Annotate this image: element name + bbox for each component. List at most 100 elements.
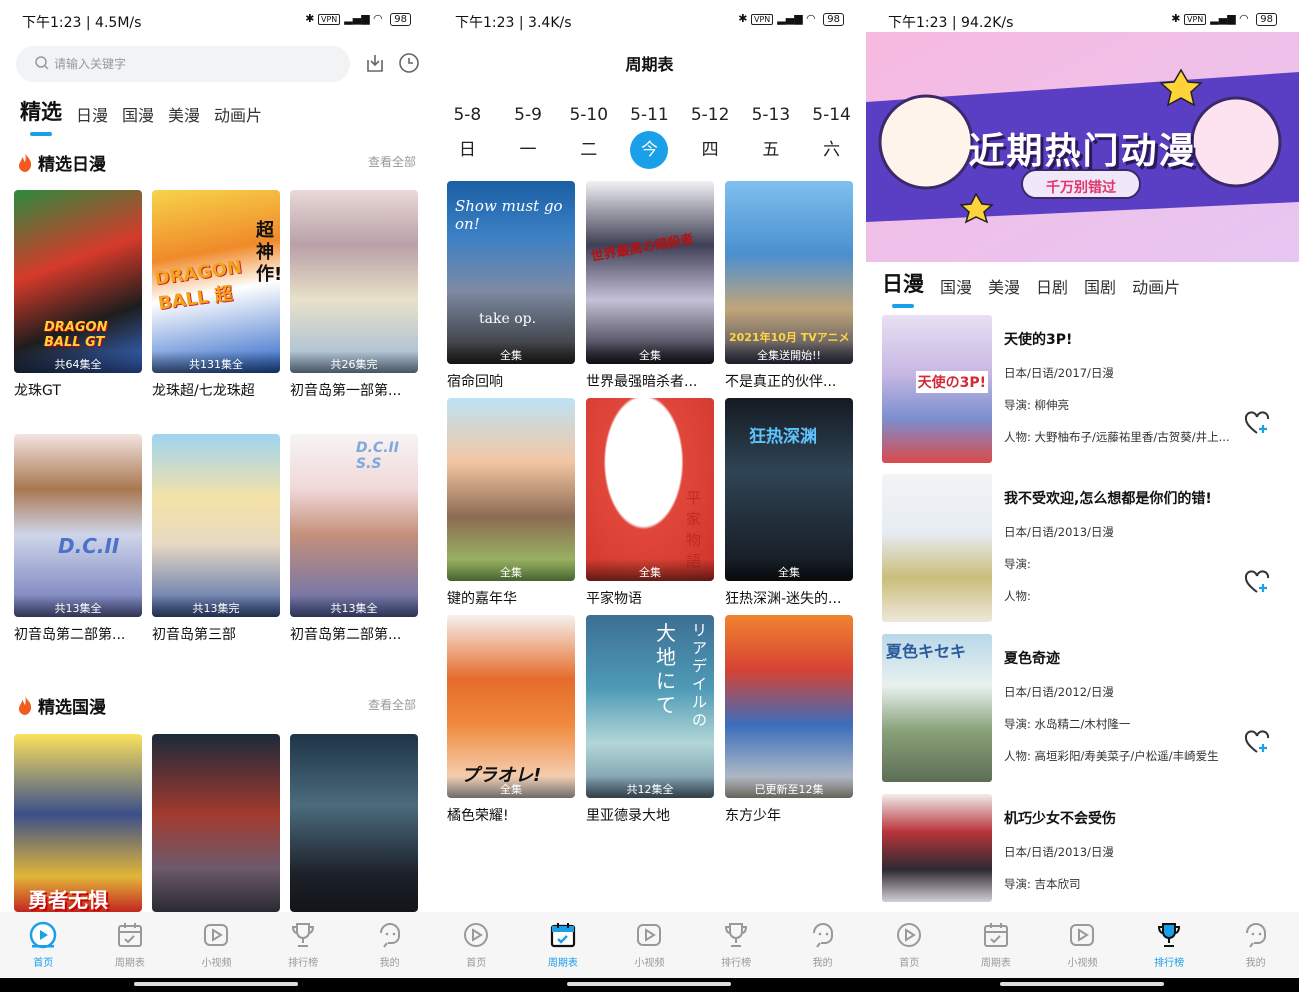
poster-image: プラオレ! 全集	[447, 615, 575, 798]
section-title: 精选国漫	[16, 693, 416, 718]
tab-american[interactable]: 美漫	[988, 274, 1020, 298]
history-icon[interactable]	[398, 52, 420, 74]
card-title: 初音岛第二部第...	[14, 627, 126, 643]
nav-schedule[interactable]: 周期表	[520, 912, 607, 978]
download-icon[interactable]	[364, 52, 386, 74]
ranking-thumbnail: 天使の3P!	[882, 315, 992, 463]
ranking-item[interactable]: 夏色キセキ 夏色奇迹 日本/日语/2012/日漫 导演: 水岛精二/木村隆一 人…	[882, 634, 1282, 782]
nav-mine[interactable]: 我的	[1212, 912, 1299, 978]
gesture-handle[interactable]	[1000, 982, 1164, 986]
card-title: 龙珠超/七龙珠超	[152, 383, 255, 399]
nav-short-video[interactable]: 小视频	[1039, 912, 1126, 978]
weekday-item[interactable]: 日	[443, 131, 491, 169]
ranking-meta: 日本/日语/2012/日漫	[1004, 685, 1114, 699]
gesture-handle[interactable]	[567, 982, 731, 986]
anime-card[interactable]: 世界最高の暗殺者 全集 世界最强暗杀者...	[586, 181, 714, 391]
anime-card[interactable]	[290, 734, 418, 912]
calendar-icon	[983, 923, 1008, 947]
ranking-item[interactable]: 天使の3P! 天使的3P! 日本/日语/2017/日漫 导演: 柳伸亮 人物: …	[882, 315, 1282, 463]
nav-home[interactable]: 首页	[866, 912, 953, 978]
anime-card[interactable]: 狂热深渊 全集 狂热深渊-迷失的...	[725, 398, 853, 608]
video-icon	[637, 924, 662, 946]
anime-card[interactable]: 共26集完 初音岛第一部第...	[290, 190, 418, 400]
favorite-add-icon[interactable]	[1244, 730, 1270, 756]
anime-card[interactable]: 已更新至12集 东方少年	[725, 615, 853, 825]
promo-banner[interactable]: 近期热门动漫 千万别错过	[866, 32, 1299, 262]
nav-ranking[interactable]: 排行榜	[693, 912, 780, 978]
view-all-link[interactable]: 查看全部	[368, 153, 416, 170]
tab-chinese-drama[interactable]: 国剧	[1084, 274, 1116, 298]
nav-mine[interactable]: 我的	[779, 912, 866, 978]
date-item[interactable]: 5-11	[625, 96, 673, 134]
ranking-info: 夏色奇迹 日本/日语/2012/日漫 导演: 水岛精二/木村隆一 人物: 高垣彩…	[1004, 648, 1244, 780]
anime-card[interactable]: 大地にて リアデイルの 共12集全 里亚德录大地	[586, 615, 714, 825]
tab-american[interactable]: 美漫	[168, 102, 200, 126]
favorite-add-icon[interactable]	[1244, 570, 1270, 596]
tab-chinese[interactable]: 国漫	[122, 102, 154, 126]
ranking-item[interactable]: 我不受欢迎,怎么想都是你们的错! 日本/日语/2013/日漫 导演: 人物:	[882, 474, 1282, 622]
poster-image: D.C.II 共13集全	[14, 434, 142, 617]
anime-card[interactable]: DRAGON BALL 超 超神作!! 共131集全 龙珠超/七龙珠超	[152, 190, 280, 400]
poster-image: DRAGON BALL GT 共64集全	[14, 190, 142, 373]
tab-chinese[interactable]: 国漫	[940, 274, 972, 298]
episode-badge: 全集送開始!!	[725, 342, 853, 364]
nav-home[interactable]: 首页	[433, 912, 520, 978]
section-title: 精选日漫	[16, 150, 416, 175]
tab-japanese-drama[interactable]: 日剧	[1036, 274, 1068, 298]
nav-short-video[interactable]: 小视频	[606, 912, 693, 978]
view-all-link[interactable]: 查看全部	[368, 696, 416, 713]
weekday-today[interactable]: 今	[630, 131, 669, 169]
weekday-item[interactable]: 四	[686, 131, 734, 169]
anime-card[interactable]: 平家物語 全集 平家物语	[586, 398, 714, 608]
nav-ranking[interactable]: 排行榜	[260, 912, 347, 978]
calendar-icon	[550, 923, 575, 948]
anime-card[interactable]: D.C.II S.S 共13集全 初音岛第二部第...	[290, 434, 418, 644]
anime-card[interactable]	[152, 734, 280, 912]
anime-card[interactable]: 2021年10月 TVアニメ 全集送開始!! 不是真正的伙伴...	[725, 181, 853, 391]
gesture-handle[interactable]	[134, 982, 298, 986]
episode-badge: 共131集全	[152, 351, 280, 373]
weekday-item[interactable]: 五	[747, 131, 795, 169]
anime-card[interactable]: Show must go on! take op. 全集 宿命回响	[447, 181, 575, 391]
date-item[interactable]: 5-12	[686, 96, 734, 134]
category-tabs: 日漫 国漫 美漫 日剧 国剧 动画片	[882, 268, 1180, 308]
tab-cartoon[interactable]: 动画片	[1132, 274, 1180, 298]
anime-card[interactable]: プラオレ! 全集 橘色荣耀!	[447, 615, 575, 825]
trophy-icon	[725, 923, 748, 947]
date-item[interactable]: 5-9	[504, 96, 552, 134]
date-item[interactable]: 5-14	[808, 96, 856, 134]
nav-home[interactable]: 首页	[0, 912, 87, 978]
weekday-item[interactable]: 六	[808, 131, 856, 169]
date-item[interactable]: 5-10	[565, 96, 613, 134]
anime-card[interactable]: 勇者无惧	[14, 734, 142, 912]
tab-japanese[interactable]: 日漫	[76, 102, 108, 126]
date-row: 5-8 5-9 5-10 5-11 5-12 5-13 5-14	[433, 96, 866, 134]
search-input[interactable]: 请输入关键字	[16, 46, 350, 82]
date-item[interactable]: 5-8	[443, 96, 491, 134]
anime-card[interactable]: 全集 键的嘉年华	[447, 398, 575, 608]
nav-short-video[interactable]: 小视频	[173, 912, 260, 978]
episode-badge: 共13集完	[152, 595, 280, 617]
fire-icon	[19, 695, 32, 715]
anime-card[interactable]: D.C.II 共13集全 初音岛第二部第...	[14, 434, 142, 644]
favorite-add-icon[interactable]	[1244, 411, 1270, 437]
anime-card[interactable]: DRAGON BALL GT 共64集全 龙珠GT	[14, 190, 142, 400]
nav-schedule[interactable]: 周期表	[953, 912, 1040, 978]
nav-ranking[interactable]: 排行榜	[1126, 912, 1213, 978]
date-item[interactable]: 5-13	[747, 96, 795, 134]
nav-mine[interactable]: 我的	[346, 912, 433, 978]
nav-schedule[interactable]: 周期表	[87, 912, 174, 978]
ranking-director: 导演:	[1004, 557, 1031, 571]
tab-featured[interactable]: 精选	[20, 96, 62, 136]
status-icons: ✱ VPN ▂▄▆ ◠ 98	[738, 12, 844, 26]
ranking-screen: 下午1:23 | 94.2K/s ✱ VPN ▂▄▆ ◠ 98 近期热门动漫 千万…	[866, 0, 1299, 978]
weekday-item[interactable]: 二	[565, 131, 613, 169]
ranking-info: 机巧少女不会受伤 日本/日语/2013/日漫 导演: 吉本欣司	[1004, 808, 1244, 908]
ranking-title: 机巧少女不会受伤	[1004, 811, 1116, 827]
ranking-item[interactable]: 机巧少女不会受伤 日本/日语/2013/日漫 导演: 吉本欣司	[882, 794, 1282, 904]
weekday-item[interactable]: 一	[504, 131, 552, 169]
tab-cartoon[interactable]: 动画片	[214, 102, 262, 126]
episode-badge: 共26集完	[290, 351, 418, 373]
anime-card[interactable]: 共13集完 初音岛第三部	[152, 434, 280, 644]
tab-japanese[interactable]: 日漫	[882, 268, 924, 308]
